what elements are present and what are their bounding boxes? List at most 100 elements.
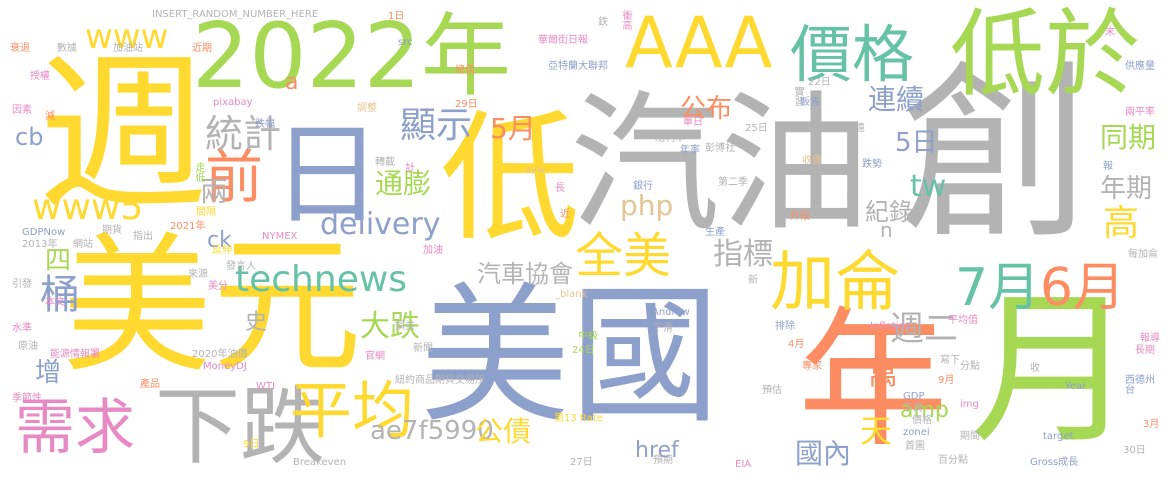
cloud-word-zeng: 增 — [35, 358, 62, 388]
cloud-word-liang-ping-lu: 兩平率 — [1125, 107, 1155, 118]
cloud-word-zonei: zonei — [903, 427, 930, 438]
cloud-word-1-ri: 1日 — [388, 11, 405, 22]
cloud-word-2021-nian: 2021年 — [170, 221, 206, 232]
cloud-word-5-yue: 5月 — [490, 112, 536, 145]
cloud-word-lian-xu: 連續 — [868, 83, 925, 116]
cloud-word-target: target — [1043, 431, 1074, 442]
cloud-word-tong-peng: 通膨 — [375, 167, 432, 200]
cloud-word-si: 四 — [45, 246, 72, 276]
cloud-word-tong: 桶 — [40, 272, 80, 318]
cloud-word-chan-pin: 產品 — [140, 379, 160, 390]
cloud-word-nian-lu: 年率 — [680, 145, 700, 156]
cloud-word-tai: 台 — [1125, 385, 1135, 396]
cloud-word-n: n — [880, 218, 893, 242]
cloud-word-gao: 高 — [1103, 203, 1140, 244]
cloud-word-zou-di: 走低 — [193, 162, 204, 182]
cloud-word-ya-te-lan-da: 亞特蘭大聯邦 — [548, 61, 608, 72]
cloud-word-yin-hang: 銀行 — [633, 181, 653, 192]
cloud-word-sui-li-lu: 隨利率 — [655, 133, 685, 144]
cloud-word-ji-jie-xing: 季節性 — [12, 393, 42, 404]
cloud-word-tong-qi: 同期 — [1100, 121, 1157, 154]
cloud-word-9-ri: 9日 — [243, 439, 260, 450]
cloud-word-30-ri: 30日 — [1123, 445, 1146, 456]
cloud-word-tie: 鉄 — [598, 17, 608, 28]
cloud-word-shou-quan: 授權 — [30, 71, 50, 82]
cloud-word-neng-yuan-qing-bao-shu: 能源情報署 — [50, 349, 100, 360]
cloud-word-shou-tu: 首圖 — [905, 441, 925, 452]
cloud-word-bao-dao: 報導 — [1140, 333, 1160, 344]
cloud-word-di-er-ji: 第二季 — [718, 177, 748, 188]
cloud-word-pixabay: pixabay — [213, 97, 253, 108]
cloud-word-moneydj: MoneyDJ — [203, 361, 247, 372]
cloud-word-die-fu: 跌幅 — [255, 119, 275, 130]
cloud-word-jian: 減 — [45, 111, 55, 122]
cloud-word-dan-ri: 單日 — [683, 117, 703, 128]
cloud-word-gdpnow: GDPNow — [22, 227, 66, 238]
cloud-word-wti: WTI — [256, 381, 275, 392]
cloud-word-qi-huo: 期貨 — [102, 225, 122, 236]
cloud-word-7-yue: 7月 — [955, 258, 1041, 318]
cloud-word-shou-pan: 收盤 — [802, 155, 822, 166]
cloud-word-fan-shou: 販售 — [800, 97, 820, 108]
cloud-word-xian-shi: 顯示 — [400, 105, 473, 146]
cloud-word-sheng-chan: 生產 — [705, 227, 725, 238]
cloud-word-guo-nei: 國內 — [795, 437, 852, 470]
cloud-word-2013-nian: 2013年 — [22, 239, 58, 250]
cloud-word-jin: 近 — [560, 209, 570, 220]
cloud-word-jin-qi: 近期 — [192, 43, 212, 54]
cloud-word-src: src — [398, 37, 413, 48]
cloud-word-xin-wen: 新聞 — [413, 343, 433, 354]
cloud-word-ben-wen: 本文 — [45, 297, 65, 308]
cloud-word-bai-fen-dian: 百分點 — [938, 455, 968, 466]
cloud-word-ping-jun-zhi: 平均值 — [948, 315, 978, 326]
cloud-word-breakeven: Breakeven — [293, 457, 347, 468]
cloud-word-yu-gu: 預估 — [762, 385, 782, 396]
cloud-word-qi-jian: 期間 — [960, 431, 980, 442]
cloud-word-3-yue: 3月 — [1143, 419, 1160, 430]
cloud-word-tian: 天 — [860, 412, 893, 450]
cloud-word-xia-hua-2: 下滑 — [903, 403, 923, 414]
cloud-word-niu-yue-shang-pin: 紐約商品期貨交易所 — [395, 375, 485, 386]
cloud-word-zhuan-zai: 轉載 — [375, 157, 395, 168]
cloud-word-di-yu: 低於 — [950, 0, 1141, 110]
cloud-word-shui-zhun: 水準 — [12, 323, 32, 334]
cloud-word-5-ri: 5日 — [895, 128, 938, 158]
cloud-word-aaa: AAA — [625, 2, 773, 84]
cloud-word-blank: _blank — [555, 289, 588, 300]
cloud-word-shu-ju: 數據 — [57, 43, 77, 54]
cloud-word-shou: 收 — [1030, 363, 1040, 374]
cloud-word-xu-qiu: 需求 — [15, 393, 135, 463]
cloud-word-img: img — [960, 399, 979, 410]
cloud-word-inflation: Inflation — [870, 321, 911, 332]
cloud-word-2020-nian-you-jia: 2020年油價 — [192, 349, 248, 360]
cloud-word-pai-chu: 排除 — [775, 321, 795, 332]
cloud-word-jia-ge-2: 價格 — [912, 415, 932, 426]
cloud-word-technews: technews — [235, 259, 408, 300]
cloud-word-jia-lun: 加侖 — [770, 245, 901, 320]
cloud-word-yan-shen: 延伸 — [212, 245, 232, 256]
cloud-word-jia-you: 加油 — [423, 245, 443, 256]
cloud-word-eia: EIA — [735, 459, 752, 470]
cloud-word-a: a — [285, 70, 299, 95]
cloud-word-mei-fen: 美分 — [208, 281, 228, 292]
cloud-word-jian-ge: 間隔 — [196, 207, 216, 218]
cloud-word-lai-yuan: 來源 — [188, 269, 208, 280]
cloud-word-nian-qi: 年期 — [1100, 174, 1153, 204]
cloud-word-6-yue: 6月 — [1040, 258, 1126, 318]
cloud-word-fa-yan-ren: 發言人 — [226, 261, 256, 272]
cloud-word-chang-qi: 長期 — [1135, 345, 1155, 356]
cloud-word-wang-zhan: 網站 — [73, 239, 93, 250]
cloud-word-tw: tw — [910, 169, 947, 204]
cloud-word-delivery: delivery — [320, 207, 441, 242]
cloud-word-sheng-duan: 升段 — [790, 211, 810, 222]
cloud-word-andrew: Andrew — [652, 307, 690, 318]
cloud-word-mei-jia-lun: 每加侖 — [1128, 249, 1158, 260]
cloud-word-fen-dian: 分點 — [960, 361, 980, 372]
cloud-word-peng-bo-she: 彭博社 — [705, 143, 735, 154]
cloud-word-yuan: 遠 — [855, 123, 865, 134]
cloud-word-yuan-you: 原油 — [18, 341, 38, 352]
cloud-word-gong-ying-liang: 供應量 — [1125, 61, 1155, 72]
cloud-word-27-ri: 27日 — [570, 457, 593, 468]
cloud-word-liang: 兩 — [200, 175, 229, 208]
cloud-word-4-yue: 4月 — [788, 339, 805, 350]
